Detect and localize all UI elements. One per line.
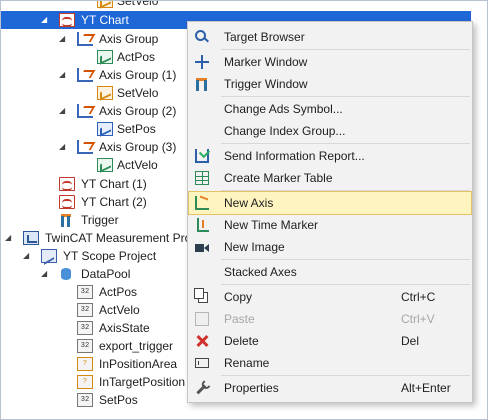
tree-item-yt-scope-project[interactable]: ◢ YT Scope Project bbox=[1, 247, 181, 265]
collapse-arrow-icon[interactable]: ◢ bbox=[23, 247, 33, 265]
tree-item-datapool[interactable]: ◢ DataPool bbox=[1, 265, 181, 283]
symbol-icon: 32 bbox=[77, 339, 93, 353]
measurement-project-icon bbox=[23, 231, 39, 245]
menu-separator bbox=[221, 49, 470, 50]
menu-item-trigger-window[interactable]: Trigger Window bbox=[189, 73, 471, 95]
tree-item-axis-group-2[interactable]: ◢ Axis Group (2) bbox=[1, 102, 181, 120]
menu-separator bbox=[221, 96, 470, 97]
new-time-marker-icon bbox=[195, 218, 209, 232]
menu-separator bbox=[221, 190, 470, 191]
trigger-icon bbox=[59, 213, 75, 227]
symbol-icon: ? bbox=[77, 375, 93, 389]
menu-item-change-ads-symbol[interactable]: Change Ads Symbol... bbox=[189, 98, 471, 120]
symbol-icon: ? bbox=[77, 357, 93, 371]
tree-item-axis-group[interactable]: ◢ Axis Group bbox=[1, 30, 181, 48]
channel-icon bbox=[97, 158, 113, 172]
tree-item-yt-chart-2[interactable]: YT Chart (2) bbox=[1, 193, 181, 211]
axis-group-icon bbox=[77, 140, 93, 154]
menu-item-new-image[interactable]: New Image bbox=[189, 236, 471, 258]
context-menu: Target Browser Marker Window Trigger Win… bbox=[187, 21, 473, 403]
axis-group-icon bbox=[77, 104, 93, 118]
collapse-arrow-icon[interactable]: ◢ bbox=[5, 229, 15, 247]
collapse-arrow-icon[interactable]: ◢ bbox=[59, 66, 69, 84]
menu-item-send-information-report[interactable]: Send Information Report... bbox=[189, 145, 471, 167]
menu-item-new-axis[interactable]: New Axis bbox=[188, 191, 472, 215]
symbol-icon: 32 bbox=[77, 393, 93, 407]
tree-item-export-trigger-symbol[interactable]: 32 export_trigger bbox=[1, 337, 181, 355]
delete-icon bbox=[195, 334, 209, 348]
tree-item-setvelo-channel[interactable]: SetVelo bbox=[1, 84, 181, 102]
menu-item-paste: Paste Ctrl+V bbox=[189, 308, 471, 330]
tree-item-measurement-project[interactable]: ◢ TwinCAT Measurement Pro bbox=[1, 229, 187, 247]
menu-separator bbox=[221, 259, 470, 260]
datapool-icon bbox=[61, 268, 71, 280]
tree-item-axisstate-symbol[interactable]: 32 AxisState bbox=[1, 319, 181, 337]
rename-icon bbox=[195, 358, 209, 368]
channel-icon bbox=[97, 50, 113, 64]
yt-chart-icon bbox=[59, 13, 75, 27]
send-report-icon bbox=[195, 149, 209, 163]
menu-item-new-time-marker[interactable]: New Time Marker bbox=[189, 214, 471, 236]
menu-item-rename[interactable]: Rename bbox=[189, 352, 471, 374]
tree-item-actvelo-channel[interactable]: ActVelo bbox=[1, 156, 181, 174]
menu-separator bbox=[221, 284, 470, 285]
axis-group-icon bbox=[77, 68, 93, 82]
menu-item-target-browser[interactable]: Target Browser bbox=[189, 26, 471, 48]
target-browser-icon bbox=[195, 30, 206, 41]
tree-item-axis-group-1[interactable]: ◢ Axis Group (1) bbox=[1, 66, 181, 84]
tree-item-axis-group-3[interactable]: ◢ Axis Group (3) bbox=[1, 138, 181, 156]
tree-item-actpos-symbol[interactable]: 32 ActPos bbox=[1, 283, 181, 301]
collapse-arrow-icon[interactable]: ◢ bbox=[59, 102, 69, 120]
collapse-arrow-icon[interactable]: ◢ bbox=[41, 11, 51, 29]
menu-item-create-marker-table[interactable]: Create Marker Table bbox=[189, 167, 471, 189]
channel-icon bbox=[97, 1, 113, 8]
collapse-arrow-icon[interactable]: ◢ bbox=[59, 138, 69, 156]
axis-group-icon bbox=[77, 32, 93, 46]
menu-item-properties[interactable]: Properties Alt+Enter bbox=[189, 377, 471, 399]
copy-icon bbox=[194, 288, 208, 303]
tree-item-setvelo-top[interactable]: SetVelo bbox=[97, 1, 217, 10]
menu-item-copy[interactable]: Copy Ctrl+C bbox=[189, 286, 471, 308]
scope-project-icon bbox=[41, 249, 57, 263]
channel-icon bbox=[97, 86, 113, 100]
paste-icon bbox=[195, 312, 209, 326]
tree-item-yt-chart-1[interactable]: YT Chart (1) bbox=[1, 175, 181, 193]
symbol-icon: 32 bbox=[77, 321, 93, 335]
collapse-arrow-icon[interactable]: ◢ bbox=[41, 265, 51, 283]
tree-item-inpositionarea-symbol[interactable]: ? InPositionArea bbox=[1, 355, 187, 373]
marker-window-icon bbox=[195, 55, 209, 69]
channel-icon bbox=[97, 122, 113, 136]
collapse-arrow-icon[interactable]: ◢ bbox=[59, 30, 69, 48]
trigger-window-icon bbox=[195, 77, 209, 91]
menu-separator bbox=[221, 143, 470, 144]
tree-item-setpos-channel[interactable]: SetPos bbox=[1, 120, 181, 138]
tree-item-setpos-symbol[interactable]: 32 SetPos bbox=[1, 391, 181, 409]
symbol-icon: 32 bbox=[77, 303, 93, 317]
properties-icon bbox=[192, 378, 212, 398]
tree-item-intargetposition-symbol[interactable]: ? InTargetPosition bbox=[1, 373, 187, 391]
new-image-icon bbox=[195, 240, 209, 254]
tree-item-actpos-channel[interactable]: ActPos bbox=[1, 48, 181, 66]
symbol-icon: 32 bbox=[77, 285, 93, 299]
tree-item-trigger[interactable]: Trigger bbox=[1, 211, 181, 229]
menu-item-marker-window[interactable]: Marker Window bbox=[189, 51, 471, 73]
menu-separator bbox=[221, 375, 470, 376]
yt-chart-icon bbox=[59, 177, 75, 191]
yt-chart-icon bbox=[59, 195, 75, 209]
menu-item-change-index-group[interactable]: Change Index Group... bbox=[189, 120, 471, 142]
marker-table-icon bbox=[195, 171, 209, 185]
solution-explorer-panel: SetVelo ◢ YT Chart ◢ Axis Group ActPos ◢… bbox=[0, 0, 488, 420]
tree-item-actvelo-symbol[interactable]: 32 ActVelo bbox=[1, 301, 181, 319]
menu-item-stacked-axes[interactable]: Stacked Axes bbox=[189, 261, 471, 283]
menu-item-delete[interactable]: Delete Del bbox=[189, 330, 471, 352]
new-axis-icon bbox=[195, 196, 209, 210]
